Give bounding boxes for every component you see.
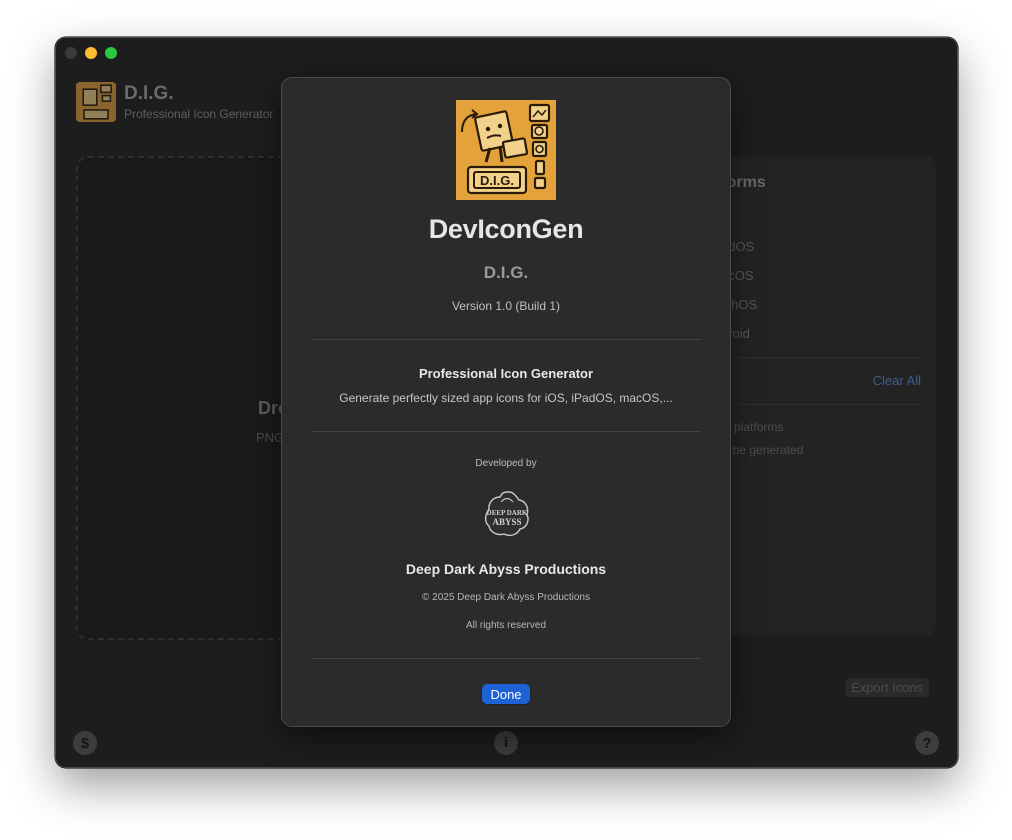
dropzone-subtitle: PNG [256, 430, 285, 445]
developer-logo-text: ABYSS [492, 517, 521, 527]
about-version: Version 1.0 (Build 1) [451, 299, 561, 313]
divider [716, 357, 921, 358]
about-description: Generate perfectly sized app icons for i… [339, 391, 673, 405]
developer-logo-text: DEEP DARK [487, 509, 528, 517]
generation-info-text: ll be generated [724, 443, 804, 457]
app-title: D.I.G. [124, 82, 174, 104]
divider [311, 658, 701, 659]
done-button[interactable]: Done [482, 684, 530, 704]
about-copyright: © 2025 Deep Dark Abyss Productions [421, 592, 590, 603]
about-dialog: D.I.G. DevIconGen D.I.G. Version 1.0 (Bu… [281, 77, 731, 727]
developer-logo: DEEP DARK ABYSS [482, 488, 532, 540]
app-icon-text: D.I.G. [480, 173, 514, 188]
about-rights: All rights reserved [465, 620, 547, 631]
divider [311, 431, 701, 432]
about-app-name: DevIconGen [428, 214, 584, 244]
app-icon: D.I.G. [456, 100, 556, 200]
developed-by-label: Developed by [475, 458, 537, 469]
app-header: D.I.G. Professional Icon Generator [76, 82, 273, 122]
divider [311, 339, 701, 340]
platform-count-text: 0 platforms [724, 420, 784, 434]
clear-all-button[interactable]: Clear All [873, 373, 921, 388]
minimize-window-button[interactable] [85, 47, 97, 59]
export-icons-button[interactable]: Export Icons [845, 678, 930, 697]
app-logo [76, 82, 116, 122]
app-subtitle: Professional Icon Generator [124, 106, 274, 121]
dollar-icon[interactable]: $ [73, 731, 97, 755]
divider [716, 404, 921, 405]
help-icon[interactable]: ? [915, 731, 939, 755]
about-company-name: Deep Dark Abyss Productions [405, 561, 607, 577]
window-controls [65, 47, 117, 59]
close-window-button[interactable] [65, 47, 77, 59]
zoom-window-button[interactable] [105, 47, 117, 59]
info-icon[interactable]: i [494, 731, 518, 755]
about-app-abbreviation: D.I.G. [483, 263, 529, 282]
about-heading: Professional Icon Generator [418, 366, 594, 381]
